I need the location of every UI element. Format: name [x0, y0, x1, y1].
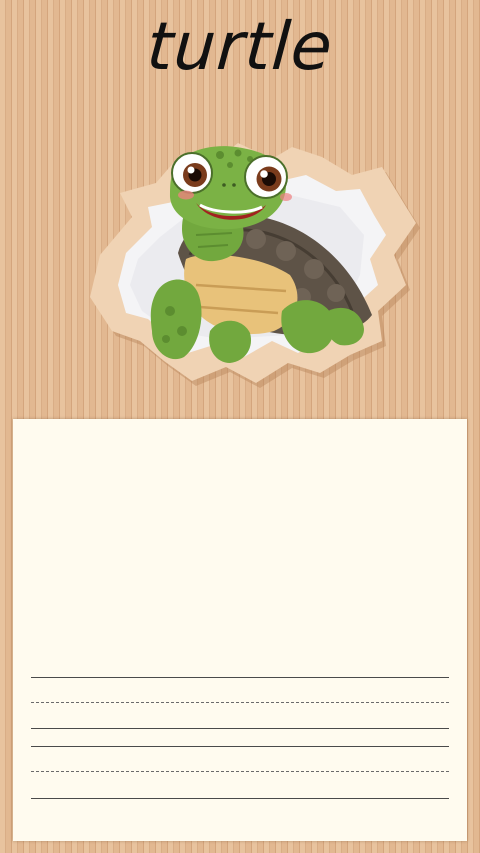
worksheet-title: turtle: [144, 8, 336, 85]
writing-line-baseline: [31, 798, 449, 799]
writing-line-baseline: [31, 728, 449, 729]
writing-area: [13, 419, 467, 841]
writing-line-midline: [31, 771, 449, 772]
cartoon-turtle-through-torn-paper-icon: [90, 143, 420, 388]
writing-line-midline: [31, 702, 449, 703]
writing-line-top: [31, 677, 449, 678]
writing-line-top: [31, 746, 449, 747]
